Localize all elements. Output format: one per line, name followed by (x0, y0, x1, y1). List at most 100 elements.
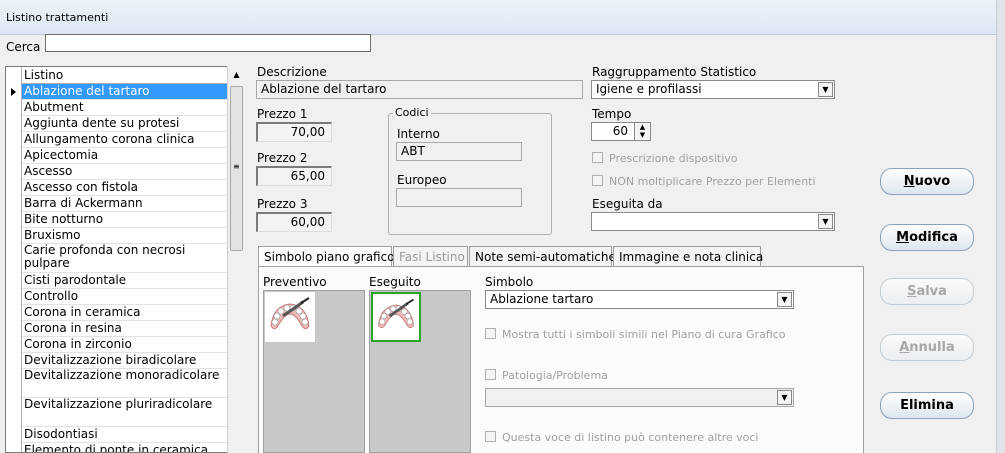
raggruppamento-label: Raggruppamento Statistico (592, 65, 757, 79)
treatment-list[interactable]: Listino Ablazione del tartaro Abutment Agg… (5, 66, 245, 453)
dropdown-arrow-icon[interactable]: ▼ (777, 390, 792, 405)
window-edge (996, 0, 1005, 453)
prezzo3-field[interactable]: 60,00 (256, 212, 332, 232)
mostra-simili-label: Mostra tutti i simboli simili nel Piano … (502, 328, 786, 341)
tempo-field[interactable]: 60 (591, 122, 635, 141)
list-item[interactable]: Barra di Ackermann (22, 196, 229, 212)
simbolo-value: Ablazione tartaro (490, 292, 594, 306)
scrollbar-thumb[interactable]: ≡ (230, 86, 243, 251)
modifica-accel: M (896, 230, 910, 245)
preventivo-label: Preventivo (263, 275, 327, 289)
list-item[interactable]: Corona in zirconio (22, 337, 229, 353)
current-row-indicator-icon (11, 88, 16, 96)
list-item[interactable]: Controllo (22, 289, 229, 305)
list-item[interactable]: Abutment (22, 100, 229, 116)
grip-icon: ≡ (233, 162, 240, 171)
interno-label: Interno (397, 127, 440, 141)
eseguita-da-label: Eseguita da (592, 197, 663, 211)
list-item[interactable]: Cisti parodontale (22, 273, 229, 289)
tab-simbolo-piano-grafico[interactable]: Simbolo piano grafico (258, 246, 395, 268)
nuovo-label: uovo (914, 174, 951, 189)
non-moltiplicare-checkbox[interactable]: NON moltiplicare Prezzo per Elementi (592, 175, 816, 188)
raggruppamento-value: Igiene e profilassi (596, 82, 702, 96)
list-item[interactable]: Allungamento corona clinica (22, 132, 229, 148)
modifica-button[interactable]: Modifica (880, 224, 974, 251)
raggruppamento-select[interactable]: Igiene e profilassi ▼ (591, 80, 835, 99)
interno-field[interactable]: ABT (396, 142, 522, 161)
spin-up-icon[interactable]: ▲ (635, 123, 650, 131)
tab-immagine-nota-clinica[interactable]: Immagine e nota clinica (613, 246, 763, 267)
eseguita-da-select[interactable]: ▼ (591, 212, 835, 231)
nuovo-button[interactable]: Nuovo (880, 168, 974, 195)
eseguito-symbol-panel[interactable] (369, 290, 471, 453)
salva-label: alva (916, 284, 947, 299)
list-item[interactable]: Carie profonda con necrosi pulpare (22, 244, 229, 273)
prezzo1-field[interactable]: 70,00 (256, 122, 332, 142)
list-scrollbar[interactable]: ▲ ≡ (227, 66, 245, 453)
simbolo-select[interactable]: Ablazione tartaro ▼ (485, 290, 794, 309)
dropdown-arrow-icon[interactable]: ▼ (777, 292, 792, 307)
list-header: Listino (22, 67, 229, 84)
modifica-label: odifica (909, 230, 958, 245)
europeo-field[interactable] (396, 188, 522, 207)
patologia-label: Patologia/Problema (502, 369, 608, 382)
row-selector-column (6, 67, 22, 452)
salva-button[interactable]: Salva (880, 278, 974, 305)
list-item[interactable]: Bite notturno (22, 212, 229, 228)
list-item[interactable]: Aggiunta dente su protesi (22, 116, 229, 132)
annulla-button[interactable]: Annulla (880, 334, 974, 361)
annulla-accel: A (899, 340, 910, 355)
checkbox-icon (592, 175, 603, 186)
contiene-altre-voci-checkbox[interactable]: Questa voce di listino può contenere alt… (485, 431, 758, 444)
preventivo-symbol-panel[interactable] (263, 290, 365, 453)
checkbox-icon (485, 369, 496, 380)
spin-down-icon[interactable]: ▼ (635, 131, 650, 139)
descrizione-field[interactable]: Ablazione del tartaro (256, 80, 583, 99)
eseguito-tooth-scaling-icon[interactable] (371, 292, 421, 342)
contiene-altre-voci-label: Questa voce di listino può contenere alt… (502, 431, 759, 444)
list-item[interactable]: Disodontiasi (22, 427, 229, 443)
simbolo-label: Simbolo (485, 275, 534, 289)
patologia-checkbox[interactable]: Patologia/Problema (485, 369, 608, 382)
preventivo-tooth-scaling-icon[interactable] (265, 292, 315, 342)
elimina-button[interactable]: Elimina (880, 392, 974, 419)
list-item[interactable]: Apicectomia (22, 148, 229, 164)
title-bar: Listino trattamenti (0, 0, 1005, 35)
window-title: Listino trattamenti (6, 11, 109, 24)
prezzo2-field[interactable]: 65,00 (256, 166, 332, 186)
nuovo-accel: N (903, 174, 915, 189)
mostra-simili-checkbox[interactable]: Mostra tutti i simboli simili nel Piano … (485, 328, 786, 341)
list-item[interactable]: Bruxismo (22, 228, 229, 244)
patologia-select[interactable]: ▼ (485, 388, 794, 407)
list-item[interactable]: Ablazione del tartaro (22, 84, 229, 100)
dropdown-arrow-icon[interactable]: ▼ (818, 82, 833, 97)
checkbox-icon (485, 328, 496, 339)
search-label: Cerca (6, 40, 41, 54)
tempo-spinner[interactable]: ▲ ▼ (634, 122, 651, 141)
non-moltiplicare-label: NON moltiplicare Prezzo per Elementi (609, 175, 816, 188)
tab-fasi-listino[interactable]: Fasi Listino (393, 246, 468, 267)
tempo-label: Tempo (592, 107, 632, 121)
list-rows: Ablazione del tartaro Abutment Aggiunta de… (22, 84, 229, 452)
descrizione-label: Descrizione (257, 65, 327, 79)
prezzo3-label: Prezzo 3 (257, 197, 308, 211)
annulla-label: nnulla (909, 340, 955, 355)
tab-note-semi-automatiche[interactable]: Note semi-automatiche (469, 246, 616, 267)
prescrizione-label: Prescrizione dispositivo (609, 152, 738, 165)
dropdown-arrow-icon[interactable]: ▼ (818, 214, 833, 229)
elimina-label: Elimina (900, 398, 954, 413)
list-item[interactable]: Corona in ceramica (22, 305, 229, 321)
list-item[interactable]: Devitalizzazione pluriradicolare (22, 398, 229, 427)
scroll-up-icon[interactable]: ▲ (229, 67, 244, 83)
europeo-label: Europeo (397, 173, 447, 187)
prezzo1-label: Prezzo 1 (257, 107, 308, 121)
list-item[interactable]: Elemento di ponte in ceramica (22, 443, 229, 452)
list-item[interactable]: Corona in resina (22, 321, 229, 337)
list-item[interactable]: Devitalizzazione biradicolare (22, 353, 229, 369)
search-input[interactable] (45, 34, 371, 52)
list-item[interactable]: Ascesso (22, 164, 229, 180)
codici-title: Codici (393, 106, 431, 119)
prescrizione-checkbox[interactable]: Prescrizione dispositivo (592, 152, 738, 165)
list-item[interactable]: Devitalizzazione monoradicolare (22, 369, 229, 398)
list-item[interactable]: Ascesso con fistola (22, 180, 229, 196)
